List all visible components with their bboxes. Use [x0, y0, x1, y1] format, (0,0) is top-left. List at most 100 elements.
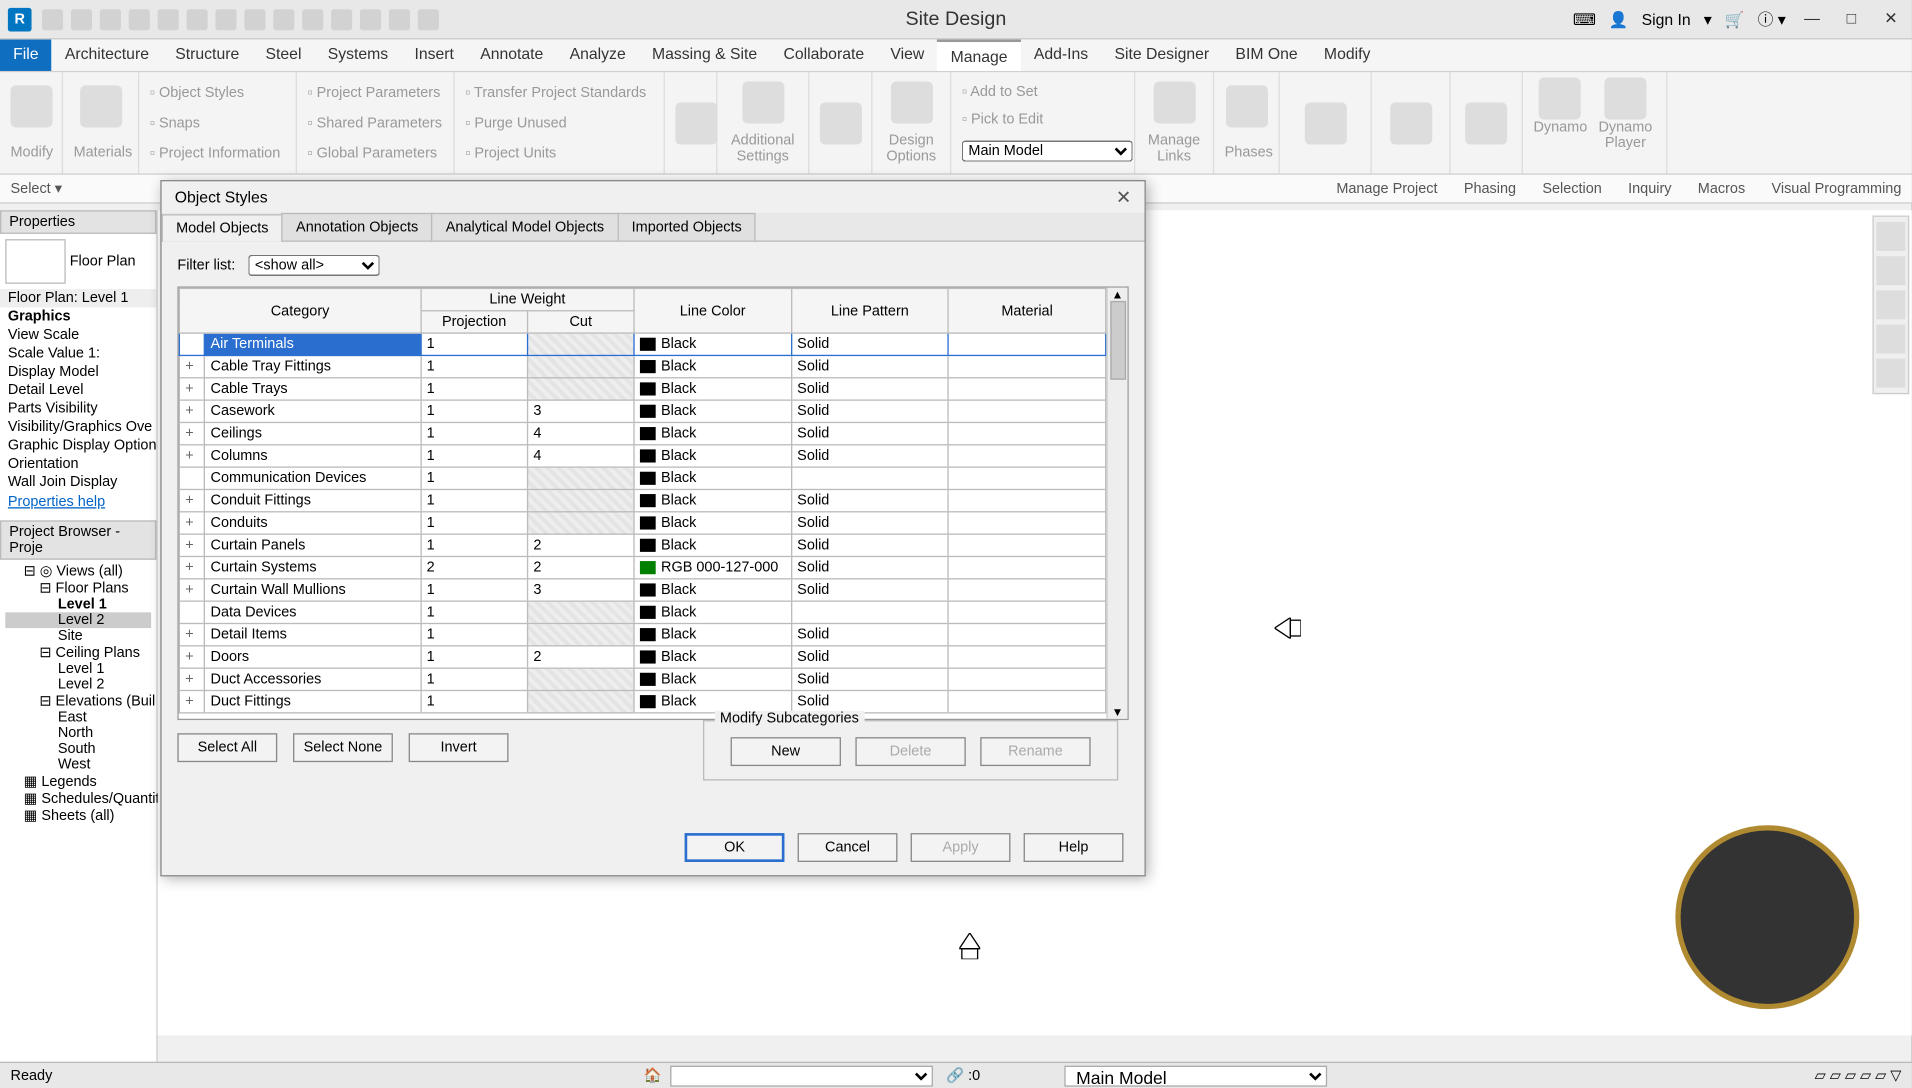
select-all-button[interactable]: Select All [177, 733, 277, 762]
south-node[interactable]: South [5, 741, 151, 757]
property-row[interactable]: Visibility/Graphics Ove [0, 418, 156, 436]
shared-parameters-button[interactable]: Shared Parameters [307, 115, 442, 131]
workset-select[interactable] [670, 1065, 933, 1086]
dialog-tab-imported-objects[interactable]: Imported Objects [617, 213, 756, 241]
property-row[interactable]: Wall Join Display [0, 473, 156, 491]
minimize-button[interactable]: — [1799, 6, 1825, 32]
project-parameters-button[interactable]: Project Parameters [307, 85, 442, 101]
worksets-icon[interactable]: 🏠 [644, 1067, 662, 1084]
property-row[interactable]: View Scale [0, 326, 156, 344]
tab-site-designer[interactable]: Site Designer [1101, 39, 1222, 71]
table-row[interactable]: Data Devices1Black [179, 601, 1105, 623]
maximize-button[interactable]: □ [1838, 6, 1864, 32]
sign-in-link[interactable]: Sign In [1642, 10, 1691, 28]
property-row[interactable]: Scale Value 1: [0, 344, 156, 362]
dialog-tab-analytical-model-objects[interactable]: Analytical Model Objects [431, 213, 618, 241]
table-row[interactable]: +Casework13BlackSolid [179, 400, 1105, 422]
tab-steel[interactable]: Steel [252, 39, 314, 71]
apply-button[interactable]: Apply [911, 833, 1011, 862]
tab-view[interactable]: View [877, 39, 937, 71]
table-row[interactable]: Communication Devices1Black [179, 467, 1105, 489]
tab-structure[interactable]: Structure [162, 39, 252, 71]
table-scrollbar[interactable]: ▲▼ [1106, 288, 1127, 719]
table-row[interactable]: +Curtain Wall Mullions13BlackSolid [179, 579, 1105, 601]
cart-icon[interactable]: 🛒 [1725, 10, 1745, 28]
help-icon[interactable]: ⓘ ▾ [1758, 8, 1786, 30]
filter-icons[interactable]: ▱ ▱ ▱ ▱ ▱ ▽ [1815, 1067, 1902, 1084]
tab-bim-one[interactable]: BIM One [1222, 39, 1311, 71]
level2-node[interactable]: Level 2 [5, 612, 151, 628]
dynamo-button[interactable]: Dynamo [1533, 120, 1587, 136]
tab-manage[interactable]: Manage [937, 39, 1020, 71]
materials-button[interactable]: Materials [74, 144, 128, 160]
dialog-tab-model-objects[interactable]: Model Objects [162, 214, 283, 242]
schedules-node[interactable]: ▦ Schedules/Quantities (all) [5, 790, 151, 807]
floor-plans-node[interactable]: ⊟ Floor Plans [5, 579, 151, 596]
west-node[interactable]: West [5, 757, 151, 773]
ceiling-plans-node[interactable]: ⊟ Ceiling Plans [5, 644, 151, 661]
delete-button[interactable]: Delete [855, 737, 965, 766]
c-level1-node[interactable]: Level 1 [5, 661, 151, 677]
property-row[interactable]: Orientation [0, 455, 156, 473]
table-row[interactable]: +Curtain Systems22RGB 000-127-000Solid [179, 556, 1105, 578]
design-option-select[interactable]: Main Model [1064, 1065, 1327, 1086]
manage-links-button[interactable]: Manage Links [1146, 132, 1203, 164]
table-row[interactable]: +Detail Items1BlackSolid [179, 623, 1105, 645]
dropdown-icon[interactable]: ▾ [1704, 10, 1712, 28]
property-row[interactable]: Parts Visibility [0, 399, 156, 417]
pick-to-edit-button[interactable]: Pick to Edit [962, 112, 1124, 128]
transfer-standards-button[interactable]: Transfer Project Standards [465, 85, 653, 101]
modify-tool[interactable]: Modify [11, 144, 52, 160]
tab-massing-site[interactable]: Massing & Site [639, 39, 770, 71]
rename-button[interactable]: Rename [980, 737, 1090, 766]
table-row[interactable]: +Conduits1BlackSolid [179, 512, 1105, 534]
new-button[interactable]: New [730, 737, 840, 766]
dialog-tab-annotation-objects[interactable]: Annotation Objects [282, 213, 433, 241]
project-info-button[interactable]: Project Information [150, 145, 285, 161]
property-row[interactable]: Display Model [0, 363, 156, 381]
close-button[interactable]: ✕ [1878, 6, 1904, 32]
views-node[interactable]: ⊟ ◎ Views (all) [5, 562, 151, 579]
navigation-bar[interactable] [1872, 215, 1909, 394]
select-none-button[interactable]: Select None [293, 733, 393, 762]
sheets-node[interactable]: ▦ Sheets (all) [5, 807, 151, 824]
keyin-icon[interactable]: ⌨ [1573, 10, 1596, 28]
invert-button[interactable]: Invert [409, 733, 509, 762]
c-level2-node[interactable]: Level 2 [5, 677, 151, 693]
table-row[interactable]: +Ceilings14BlackSolid [179, 422, 1105, 444]
table-row[interactable]: +Doors12BlackSolid [179, 646, 1105, 668]
help-button[interactable]: Help [1024, 833, 1124, 862]
close-icon[interactable]: ✕ [1116, 186, 1131, 208]
main-model-select[interactable]: Main Model [962, 141, 1133, 162]
table-row[interactable]: +Cable Tray Fittings1BlackSolid [179, 355, 1105, 377]
table-row[interactable]: Air Terminals1BlackSolid [179, 333, 1105, 355]
tab-annotate[interactable]: Annotate [467, 39, 556, 71]
quick-access-toolbar[interactable] [42, 9, 439, 30]
tab-modify[interactable]: Modify [1311, 39, 1384, 71]
east-node[interactable]: East [5, 710, 151, 726]
tab-systems[interactable]: Systems [315, 39, 402, 71]
north-node[interactable]: North [5, 725, 151, 741]
property-row[interactable]: Graphic Display Option [0, 436, 156, 454]
design-options-button[interactable]: Design Options [883, 132, 940, 164]
elevations-node[interactable]: ⊟ Elevations (Buil [5, 692, 151, 709]
legends-node[interactable]: ▦ Legends [5, 773, 151, 790]
table-row[interactable]: +Duct Fittings1BlackSolid [179, 691, 1105, 713]
tab-architecture[interactable]: Architecture [52, 39, 162, 71]
properties-help-link[interactable]: Properties help [0, 491, 156, 512]
snaps-button[interactable]: Snaps [150, 115, 285, 131]
tab-insert[interactable]: Insert [401, 39, 467, 71]
purge-unused-button[interactable]: Purge Unused [465, 115, 653, 131]
project-units-button[interactable]: Project Units [465, 145, 653, 161]
dynamo-player-button[interactable]: Dynamo Player [1595, 120, 1655, 152]
table-row[interactable]: +Columns14BlackSolid [179, 445, 1105, 467]
tab-file[interactable]: File [0, 39, 52, 71]
user-icon[interactable]: 👤 [1609, 10, 1629, 28]
tab-collaborate[interactable]: Collaborate [770, 39, 877, 71]
global-parameters-button[interactable]: Global Parameters [307, 145, 442, 161]
level1-node[interactable]: Level 1 [5, 597, 151, 613]
tab-add-ins[interactable]: Add-Ins [1021, 39, 1102, 71]
tab-analyze[interactable]: Analyze [556, 39, 638, 71]
cancel-button[interactable]: Cancel [798, 833, 898, 862]
ok-button[interactable]: OK [685, 833, 785, 862]
